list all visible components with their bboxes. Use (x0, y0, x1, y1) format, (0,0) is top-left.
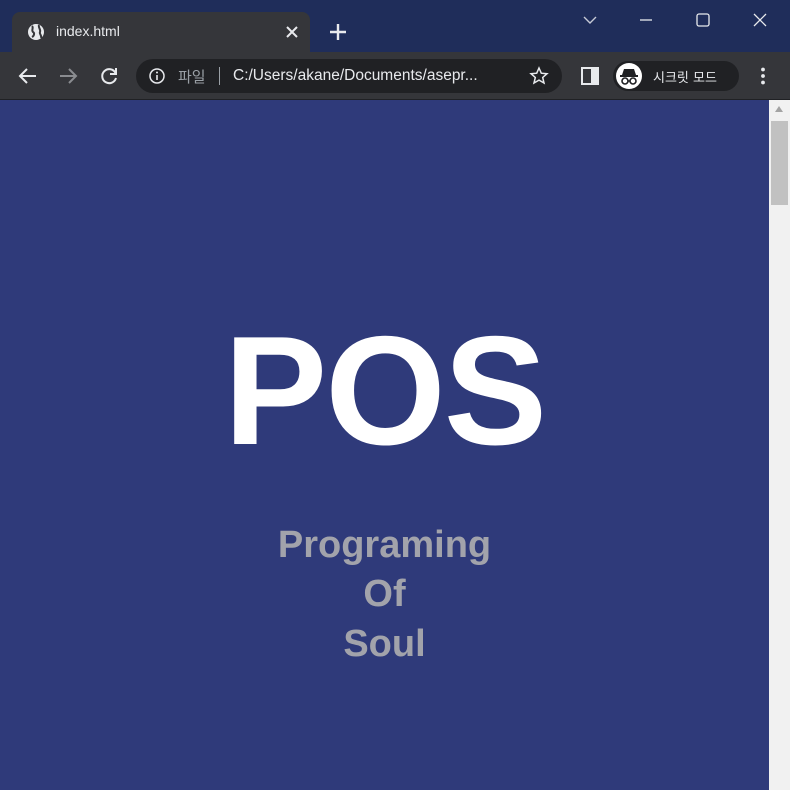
scroll-up-arrow-icon[interactable] (775, 106, 783, 112)
incognito-label: 시크릿 모드 (653, 71, 717, 86)
scheme-chip: 파일 (178, 69, 206, 86)
page-viewport: POS Programing Of Soul (0, 100, 769, 790)
tab-title: index.html (56, 23, 120, 39)
minimize-icon[interactable] (632, 6, 660, 34)
tagline-line-3: Soul (343, 623, 426, 665)
omnibox-divider (219, 67, 220, 85)
close-icon[interactable] (282, 22, 302, 42)
more-menu-icon[interactable] (751, 64, 775, 88)
address-bar[interactable]: 파일 C:/Users/akane/Documents/asepr... (136, 59, 562, 93)
close-window-icon[interactable] (746, 6, 774, 34)
incognito-icon (616, 63, 642, 89)
hero-title: POS (223, 304, 547, 477)
back-icon[interactable] (16, 64, 40, 88)
browser-toolbar: 파일 C:/Users/akane/Documents/asepr... 시크릿… (0, 52, 790, 100)
tagline-line-2: Of (363, 573, 406, 615)
star-icon[interactable] (529, 66, 549, 86)
tab-strip: index.html (0, 0, 790, 52)
url-text[interactable]: C:/Users/akane/Documents/asepr... (233, 67, 478, 85)
new-tab-icon[interactable] (326, 20, 350, 44)
info-icon[interactable] (148, 67, 166, 85)
reload-icon[interactable] (97, 64, 121, 88)
forward-icon[interactable] (56, 64, 80, 88)
chevron-down-icon[interactable] (576, 6, 604, 34)
scrollbar-thumb[interactable] (771, 121, 788, 205)
browser-tab[interactable]: index.html (12, 12, 310, 52)
tagline-line-1: Programing (277, 524, 492, 566)
vertical-scrollbar[interactable] (769, 100, 790, 790)
incognito-chip[interactable]: 시크릿 모드 (613, 61, 739, 91)
globe-icon (28, 24, 44, 40)
side-panel-icon[interactable] (578, 64, 602, 88)
maximize-icon[interactable] (689, 6, 717, 34)
